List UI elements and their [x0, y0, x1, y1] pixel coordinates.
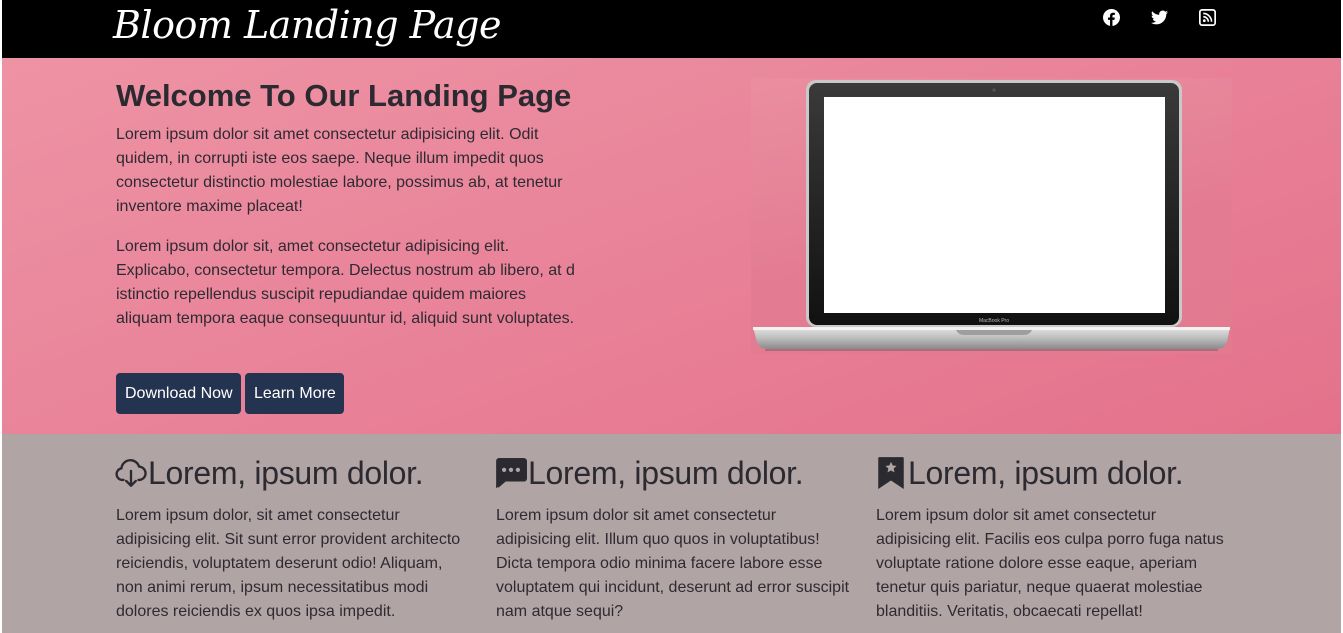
feature-column: Lorem, ipsum dolor. Lorem ipsum dolor si…: [494, 452, 854, 624]
feature-text: Lorem ipsum dolor sit amet consectetur a…: [876, 507, 1224, 620]
hero-paragraph: Lorem ipsum dolor sit amet consectetur a…: [116, 126, 563, 215]
feature-heading: Lorem, ipsum dolor.: [874, 452, 1234, 494]
laptop-image: MacBook Pro: [751, 78, 1232, 354]
feature-heading: Lorem, ipsum dolor.: [114, 452, 474, 494]
rss-icon: [1198, 8, 1216, 26]
bookmark-star-icon: [874, 456, 908, 490]
learn-more-button[interactable]: Learn More: [245, 373, 344, 414]
twitter-link[interactable]: [1149, 7, 1169, 27]
laptop-brand-label: MacBook Pro: [979, 318, 1009, 324]
rss-link[interactable]: [1197, 7, 1217, 27]
feature-column: Lorem, ipsum dolor. Lorem ipsum dolor si…: [874, 452, 1234, 624]
feature-title: Lorem, ipsum dolor.: [908, 454, 1184, 491]
features-section: Lorem, ipsum dolor. Lorem ipsum dolor, s…: [2, 434, 1341, 633]
brand-logo[interactable]: Bloom Landing Page: [113, 0, 502, 58]
facebook-link[interactable]: [1101, 7, 1121, 27]
feature-text: Lorem ipsum dolor, sit amet consectetur …: [116, 507, 461, 620]
feature-heading: Lorem, ipsum dolor.: [494, 452, 854, 494]
hero-title: Welcome To Our Landing Page: [116, 78, 572, 113]
landing-page: Bloom Landing Page Welcome To Our Landin…: [0, 0, 1343, 633]
hero-paragraph: Lorem ipsum dolor sit, amet consectetur …: [116, 238, 575, 327]
facebook-icon: [1102, 8, 1120, 26]
hero-section: Welcome To Our Landing Page Lorem ipsum …: [2, 58, 1341, 434]
laptop-illustration: MacBook Pro: [753, 80, 1230, 351]
twitter-icon: [1150, 10, 1168, 25]
feature-title: Lorem, ipsum dolor.: [148, 454, 424, 491]
download-now-button[interactable]: Download Now: [116, 373, 241, 414]
feature-column: Lorem, ipsum dolor. Lorem ipsum dolor, s…: [114, 452, 474, 624]
navbar: Bloom Landing Page: [2, 0, 1341, 58]
chat-dots-icon: [494, 456, 528, 490]
cloud-download-icon: [114, 456, 148, 490]
feature-text: Lorem ipsum dolor sit amet consectetur a…: [496, 507, 850, 620]
feature-title: Lorem, ipsum dolor.: [528, 454, 804, 491]
